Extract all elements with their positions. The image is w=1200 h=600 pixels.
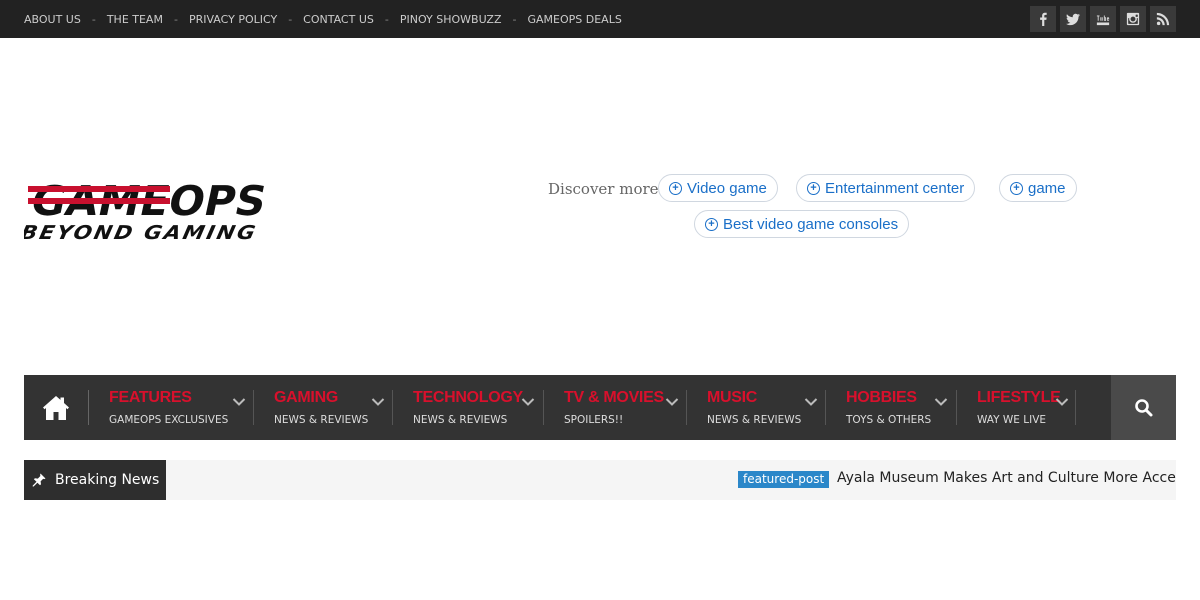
breaking-news-headline[interactable]: Ayala Museum Makes Art and Culture More … bbox=[837, 470, 1176, 486]
top-link-gameops-deals[interactable]: GAMEOPS DEALS bbox=[528, 13, 622, 26]
chip-label: game bbox=[1028, 179, 1066, 197]
top-link-about-us[interactable]: ABOUT US bbox=[24, 13, 81, 26]
chip-label: Best video game consoles bbox=[723, 215, 899, 233]
nav-item-title: TV & MOVIES bbox=[564, 389, 664, 406]
featured-post-tag[interactable]: featured-post bbox=[738, 471, 830, 488]
nav-item-subtitle: NEWS & REVIEWS bbox=[274, 414, 369, 426]
home-button[interactable] bbox=[24, 375, 88, 440]
nav-item-title: LIFESTYLE bbox=[977, 389, 1061, 406]
top-link-separator: - bbox=[288, 12, 293, 26]
plus-circle-icon: + bbox=[1010, 181, 1023, 195]
top-links: ABOUT US - THE TEAM - PRIVACY POLICY - C… bbox=[24, 0, 622, 38]
logo-tagline: BEYOND GAMING bbox=[24, 221, 260, 242]
nav-item-tv-movies[interactable]: TV & MOVIES SPOILERS!! bbox=[564, 375, 686, 440]
nav-divider bbox=[956, 390, 957, 425]
chevron-down-icon bbox=[521, 392, 535, 406]
nav-item-gaming[interactable]: GAMING NEWS & REVIEWS bbox=[274, 375, 392, 440]
chevron-down-icon bbox=[665, 392, 679, 406]
home-icon bbox=[43, 395, 69, 420]
chip-game[interactable]: + game bbox=[999, 174, 1077, 202]
top-bar: ABOUT US - THE TEAM - PRIVACY POLICY - C… bbox=[0, 0, 1200, 38]
nav-item-hobbies[interactable]: HOBBIES TOYS & OTHERS bbox=[846, 375, 956, 440]
nav-item-music[interactable]: MUSIC NEWS & REVIEWS bbox=[707, 375, 825, 440]
plus-circle-icon: + bbox=[807, 181, 820, 195]
youtube-icon[interactable] bbox=[1090, 6, 1116, 32]
twitter-icon[interactable] bbox=[1060, 6, 1086, 32]
nav-item-subtitle: NEWS & REVIEWS bbox=[413, 414, 508, 426]
chevron-down-icon bbox=[1055, 392, 1069, 406]
facebook-icon[interactable] bbox=[1030, 6, 1056, 32]
nav-divider bbox=[253, 390, 254, 425]
top-link-separator: - bbox=[512, 12, 517, 26]
nav-divider bbox=[392, 390, 393, 425]
breaking-news-bar: Breaking News featured-post Ayala Museum… bbox=[24, 460, 1176, 500]
nav-item-subtitle: NEWS & REVIEWS bbox=[707, 414, 802, 426]
breaking-news-label: Breaking News bbox=[24, 460, 166, 500]
nav-item-title: GAMING bbox=[274, 389, 338, 406]
chevron-down-icon bbox=[371, 392, 385, 406]
nav-item-subtitle: TOYS & OTHERS bbox=[846, 414, 932, 426]
breaking-news-text: Breaking News bbox=[55, 472, 160, 488]
site-logo[interactable]: GAMEOPS BEYOND GAMING bbox=[19, 172, 274, 244]
top-link-pinoy-showbuzz[interactable]: PINOY SHOWBUZZ bbox=[400, 13, 502, 26]
top-link-the-team[interactable]: THE TEAM bbox=[107, 13, 163, 26]
chip-entertainment-center[interactable]: + Entertainment center bbox=[796, 174, 976, 202]
nav-item-title: TECHNOLOGY bbox=[413, 389, 523, 406]
nav-divider bbox=[543, 390, 544, 425]
top-link-contact-us[interactable]: CONTACT US bbox=[303, 13, 374, 26]
plus-circle-icon: + bbox=[669, 181, 682, 195]
nav-divider bbox=[1075, 390, 1076, 425]
chip-best-video-game-consoles[interactable]: + Best video game consoles bbox=[694, 210, 910, 238]
search-button[interactable] bbox=[1111, 375, 1176, 440]
top-link-privacy-policy[interactable]: PRIVACY POLICY bbox=[189, 13, 277, 26]
nav-item-technology[interactable]: TECHNOLOGY NEWS & REVIEWS bbox=[413, 375, 543, 440]
top-link-separator: - bbox=[173, 12, 178, 26]
nav-item-lifestyle[interactable]: LIFESTYLE WAY WE LIVE bbox=[977, 375, 1075, 440]
top-link-separator: - bbox=[384, 12, 389, 26]
nav-item-subtitle: WAY WE LIVE bbox=[977, 414, 1047, 426]
nav-divider bbox=[825, 390, 826, 425]
plus-circle-icon: + bbox=[705, 217, 718, 231]
chevron-down-icon bbox=[232, 392, 246, 406]
nav-item-title: MUSIC bbox=[707, 389, 758, 406]
nav-item-features[interactable]: FEATURES GAMEOPS EXCLUSIVES bbox=[109, 375, 254, 440]
social-links bbox=[1030, 6, 1176, 32]
nav-item-subtitle: GAMEOPS EXCLUSIVES bbox=[109, 414, 229, 426]
pin-icon bbox=[32, 473, 46, 487]
search-icon bbox=[1134, 398, 1152, 416]
top-link-separator: - bbox=[91, 12, 96, 26]
nav-item-title: FEATURES bbox=[109, 389, 192, 406]
nav-divider bbox=[88, 390, 89, 425]
main-navigation: FEATURES GAMEOPS EXCLUSIVES GAMING NEWS … bbox=[24, 375, 1176, 440]
nav-divider bbox=[686, 390, 687, 425]
chip-label: Video game bbox=[687, 179, 767, 197]
nav-item-subtitle: SPOILERS!! bbox=[564, 414, 624, 426]
instagram-icon[interactable] bbox=[1120, 6, 1146, 32]
discover-more-label: Discover more bbox=[548, 180, 659, 198]
chevron-down-icon bbox=[934, 392, 948, 406]
chip-label: Entertainment center bbox=[825, 179, 965, 197]
chevron-down-icon bbox=[804, 392, 818, 406]
rss-icon[interactable] bbox=[1150, 6, 1176, 32]
chip-video-game[interactable]: + Video game bbox=[658, 174, 778, 202]
nav-item-title: HOBBIES bbox=[846, 389, 917, 406]
